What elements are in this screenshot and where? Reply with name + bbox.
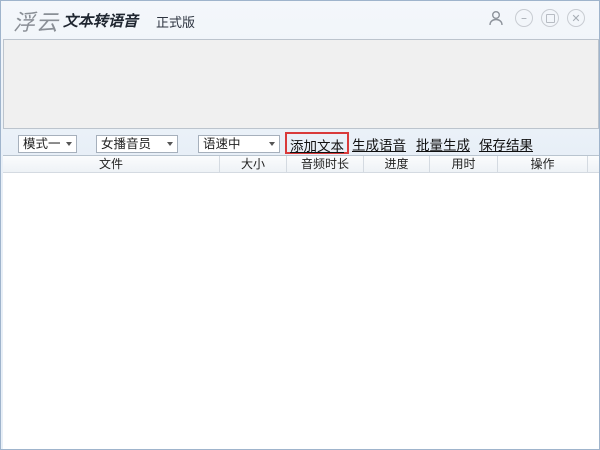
app-logo: 浮云 bbox=[13, 11, 60, 36]
column-header-size[interactable]: 大小 bbox=[220, 156, 287, 173]
speed-value: 语速中 bbox=[203, 136, 241, 151]
user-icon[interactable] bbox=[487, 9, 505, 27]
save-results-link[interactable]: 保存结果 bbox=[479, 134, 533, 154]
voice-dropdown[interactable]: 女播音员 bbox=[96, 135, 178, 153]
table-header: 文件 大小 音频时长 进度 用时 操作 bbox=[3, 156, 599, 173]
column-header-progress[interactable]: 进度 bbox=[364, 156, 430, 173]
app-title: 文本转语音 bbox=[63, 12, 139, 30]
title-bar[interactable]: 浮云 文本转语音 正式版 – ✕ bbox=[1, 1, 599, 37]
mode-dropdown[interactable]: 模式一 bbox=[18, 135, 77, 153]
column-header-filler bbox=[588, 156, 599, 173]
chevron-down-icon bbox=[269, 142, 275, 146]
toolbar: 模式一 女播音员 语速中 添加文本 生成语音 批量生成 保存结果 bbox=[1, 132, 599, 155]
table-body[interactable] bbox=[3, 174, 599, 450]
app-window: 浮云 文本转语音 正式版 – ✕ 模式一 女播音员 语速中 添加文本 生成语音 … bbox=[0, 0, 600, 450]
mode-value: 模式一 bbox=[23, 136, 61, 151]
column-header-elapsed[interactable]: 用时 bbox=[430, 156, 498, 173]
speed-dropdown[interactable]: 语速中 bbox=[198, 135, 280, 153]
maximize-icon[interactable] bbox=[541, 9, 559, 27]
text-input-area[interactable] bbox=[3, 39, 599, 129]
chevron-down-icon bbox=[167, 142, 173, 146]
voice-value: 女播音员 bbox=[101, 136, 152, 151]
batch-generate-link[interactable]: 批量生成 bbox=[416, 134, 470, 154]
generate-audio-link[interactable]: 生成语音 bbox=[352, 134, 406, 154]
column-header-file[interactable]: 文件 bbox=[3, 156, 220, 173]
add-text-link[interactable]: 添加文本 bbox=[285, 132, 349, 155]
column-header-actions[interactable]: 操作 bbox=[498, 156, 588, 173]
column-header-duration[interactable]: 音频时长 bbox=[287, 156, 364, 173]
edition-label: 正式版 bbox=[156, 16, 196, 31]
chevron-down-icon bbox=[66, 142, 72, 146]
close-icon[interactable]: ✕ bbox=[567, 9, 585, 27]
file-table: 文件 大小 音频时长 进度 用时 操作 bbox=[3, 155, 599, 449]
minimize-icon[interactable]: – bbox=[515, 9, 533, 27]
